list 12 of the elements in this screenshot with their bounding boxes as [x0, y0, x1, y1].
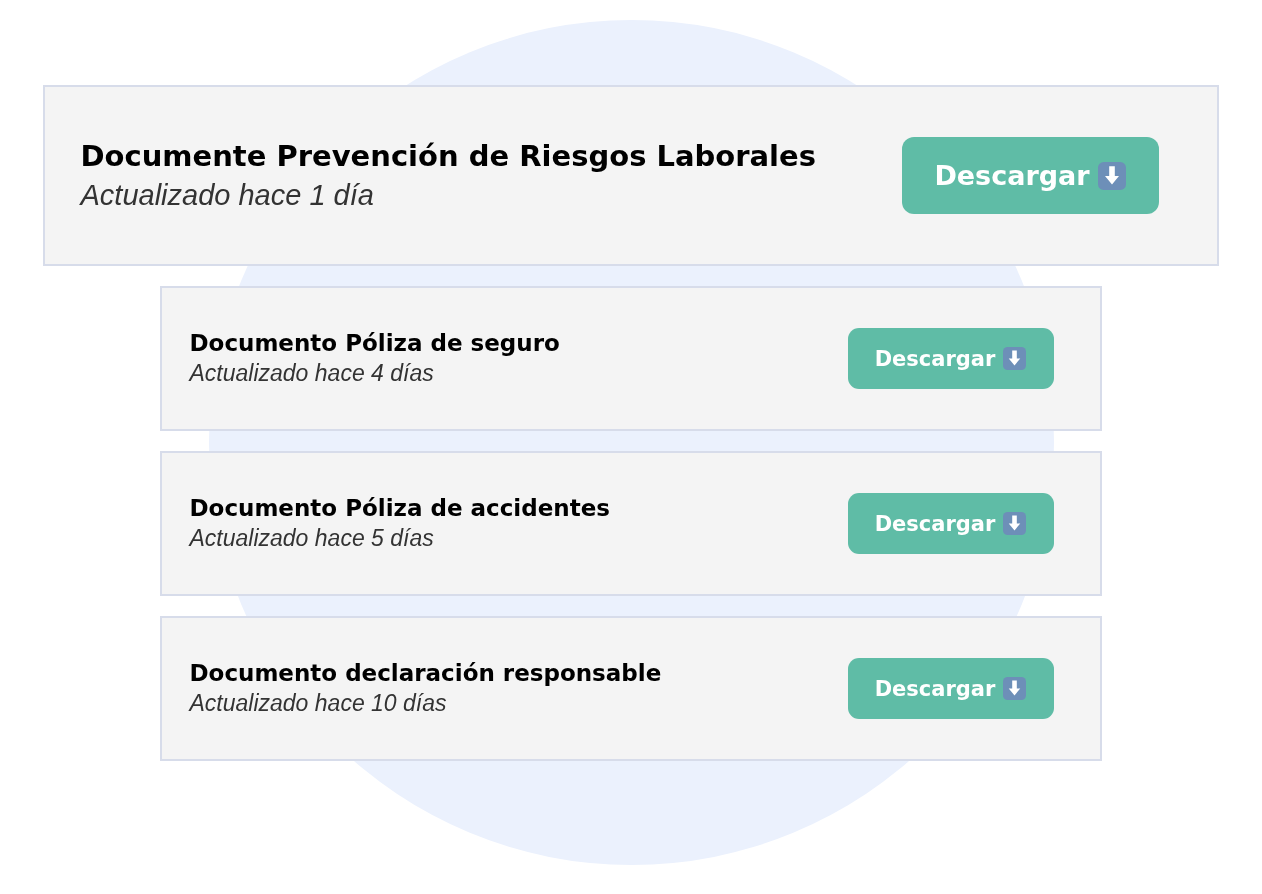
document-title: Documento Póliza de seguro [189, 330, 560, 356]
updated-label: Actualizado hace 10 días [189, 690, 448, 717]
download-button[interactable]: Descargar [847, 658, 1054, 719]
updated-label: Actualizado hace 1 día [80, 179, 375, 212]
download-button[interactable]: Descargar [901, 137, 1159, 214]
document-title: Documente Prevención de Riesgos Laborales [80, 139, 816, 173]
download-button[interactable]: Descargar [847, 493, 1054, 554]
download-button[interactable]: Descargar [847, 328, 1054, 389]
updated-label: Actualizado hace 5 días [189, 525, 435, 552]
document-title: Documento declaración responsable [189, 660, 662, 686]
updated-label: Actualizado hace 4 días [189, 360, 435, 387]
document-title: Documento Póliza de accidentes [189, 495, 610, 521]
